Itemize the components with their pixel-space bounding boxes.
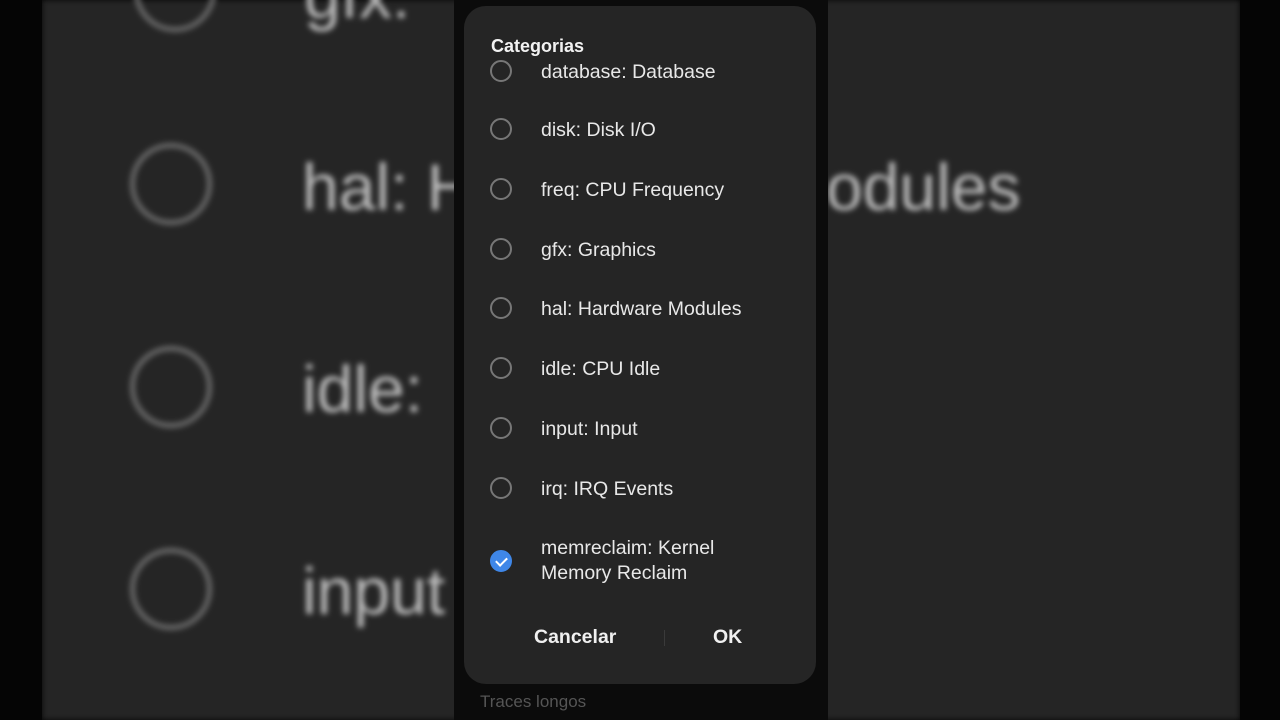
list-item-gfx[interactable]: gfx: Graphics — [464, 236, 816, 266]
radio-unchecked-icon[interactable] — [490, 477, 512, 499]
item-label: gfx: Graphics — [541, 239, 656, 261]
blurred-radio-icon — [130, 143, 212, 225]
item-label: hal: Hardware Modules — [541, 298, 742, 320]
radio-unchecked-icon[interactable] — [490, 238, 512, 260]
dialog-title: Categorias — [491, 36, 585, 56]
blurred-label: idle: — [302, 352, 424, 426]
blurred-label: hal: H — [302, 150, 475, 224]
list-item-hal[interactable]: hal: Hardware Modules — [464, 296, 816, 326]
radio-unchecked-icon[interactable] — [490, 118, 512, 140]
cancel-button[interactable]: Cancelar — [534, 626, 616, 649]
letterbox-left — [0, 0, 42, 720]
item-label: database: Database — [541, 61, 716, 83]
list-item-idle[interactable]: idle: CPU Idle — [464, 356, 816, 386]
item-label: disk: Disk I/O — [541, 119, 656, 141]
categories-dialog: Categorias database: Database disk: Disk… — [464, 6, 816, 684]
radio-unchecked-icon[interactable] — [490, 178, 512, 200]
item-label: memreclaim: Kernel Memory Reclaim — [541, 537, 715, 584]
checkmark-icon — [495, 554, 508, 567]
video-frame: gfx: hal: H odules idle: input Traces lo… — [0, 0, 1280, 720]
footer-label: Traces longos — [480, 692, 587, 711]
list-item-irq[interactable]: irq: IRQ Events — [464, 476, 816, 506]
radio-unchecked-icon[interactable] — [490, 357, 512, 379]
dialog-actions: Cancelar OK — [464, 618, 816, 658]
button-divider — [664, 630, 665, 646]
ok-button[interactable]: OK — [713, 626, 742, 649]
list-item-freq[interactable]: freq: CPU Frequency — [464, 176, 816, 206]
item-label: irq: IRQ Events — [541, 478, 674, 500]
letterbox-right — [1240, 0, 1280, 720]
checkbox-checked-icon[interactable] — [490, 550, 512, 572]
list-item-input[interactable]: input: Input — [464, 416, 816, 446]
phone-screen: Traces longos Categorias database: Datab… — [454, 0, 828, 720]
blurred-radio-icon — [130, 548, 212, 630]
category-list[interactable]: database: Database disk: Disk I/O freq: … — [464, 56, 816, 601]
blurred-label: gfx: — [304, 0, 410, 28]
list-item-memreclaim[interactable]: memreclaim: Kernel Memory Reclaim — [464, 536, 816, 592]
list-item-disk[interactable]: disk: Disk I/O — [464, 116, 816, 146]
blurred-label: odules — [826, 150, 1021, 224]
list-item-database[interactable]: database: Database — [464, 58, 816, 88]
radio-unchecked-icon[interactable] — [490, 417, 512, 439]
blurred-radio-icon — [130, 346, 212, 428]
item-label: input: Input — [541, 418, 638, 440]
blurred-radio-icon — [134, 0, 216, 32]
radio-unchecked-icon[interactable] — [490, 60, 512, 82]
item-label: freq: CPU Frequency — [541, 179, 725, 201]
item-label: idle: CPU Idle — [541, 358, 661, 380]
blurred-label: input — [302, 554, 446, 628]
radio-unchecked-icon[interactable] — [490, 297, 512, 319]
